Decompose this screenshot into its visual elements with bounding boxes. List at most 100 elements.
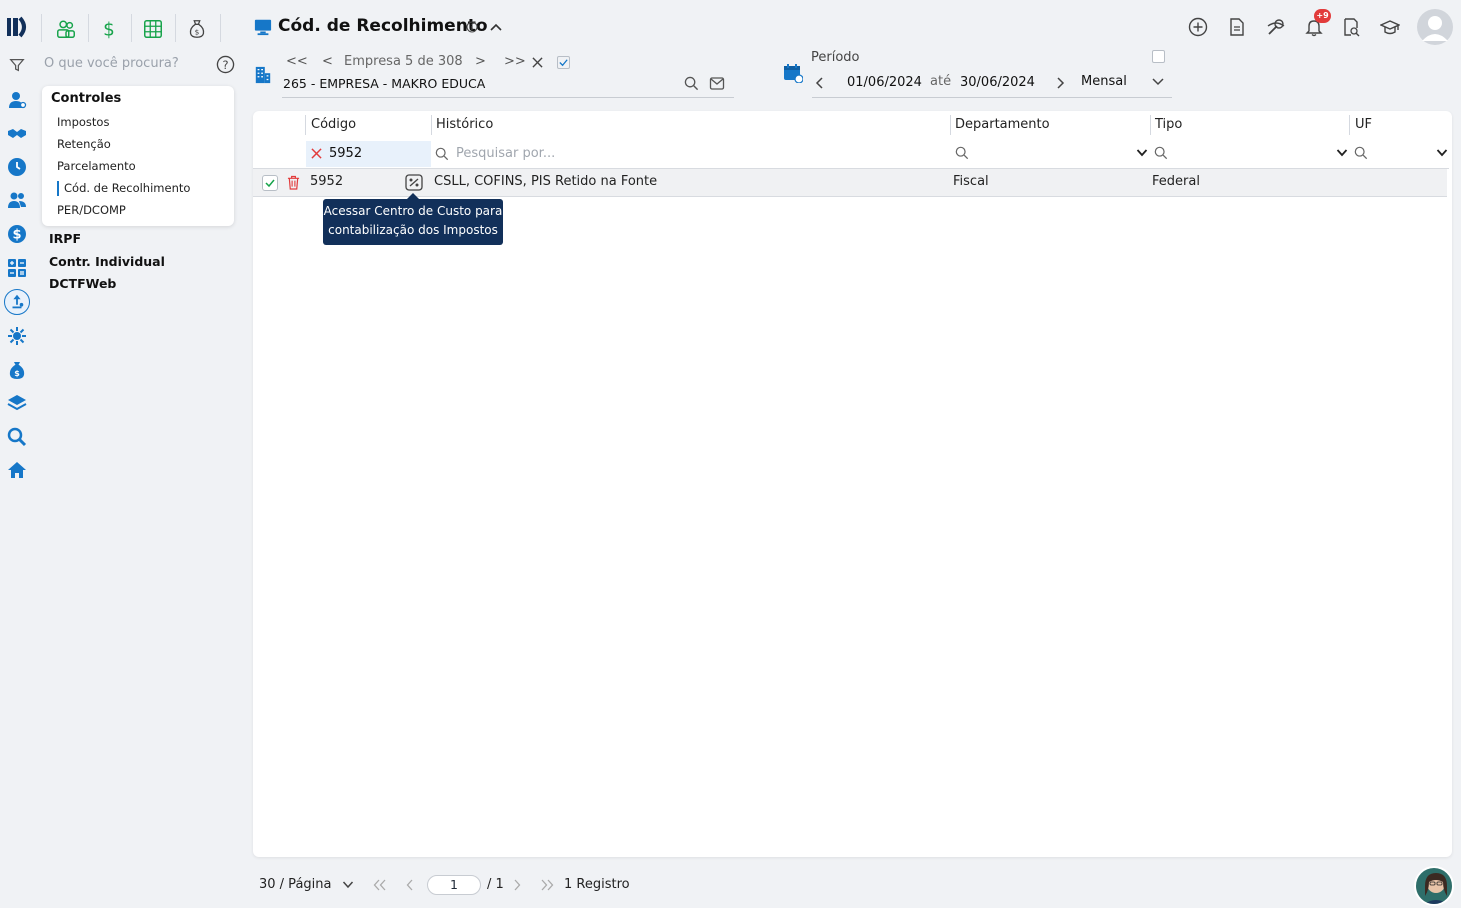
table-row[interactable] bbox=[253, 169, 1447, 197]
calculator-icon[interactable] bbox=[6, 257, 28, 279]
select-checkbox[interactable] bbox=[557, 56, 570, 69]
period-start-date[interactable]: 01/06/2024 bbox=[847, 75, 922, 90]
company-prev-button[interactable]: < bbox=[322, 54, 333, 69]
document-icon[interactable] bbox=[1226, 16, 1248, 38]
close-icon[interactable] bbox=[532, 57, 543, 68]
submenu-title: Controles bbox=[51, 91, 122, 106]
report-search-icon[interactable] bbox=[1340, 16, 1362, 38]
network-icon[interactable] bbox=[6, 325, 28, 347]
column-header-departamento[interactable]: Departamento bbox=[955, 117, 1050, 132]
magnifier-icon[interactable] bbox=[6, 426, 28, 448]
cost-center-icon[interactable] bbox=[405, 174, 423, 191]
period-enable-checkbox[interactable] bbox=[1152, 50, 1165, 63]
help-icon[interactable]: ? bbox=[216, 55, 235, 74]
menu-item-retencao[interactable]: Retenção bbox=[57, 137, 111, 151]
delete-icon[interactable] bbox=[287, 175, 300, 190]
first-page-icon[interactable] bbox=[373, 879, 387, 891]
period-next-icon[interactable] bbox=[1055, 77, 1065, 89]
page-size-chevron-icon[interactable] bbox=[342, 880, 354, 890]
period-end-date[interactable]: 30/06/2024 bbox=[960, 75, 1035, 90]
departamento-filter-search-icon[interactable] bbox=[955, 146, 969, 160]
company-next-button[interactable]: > bbox=[475, 54, 486, 69]
money-bag-icon[interactable]: $ bbox=[185, 17, 209, 41]
spreadsheet-icon[interactable] bbox=[141, 17, 165, 41]
clock-icon[interactable] bbox=[6, 156, 28, 178]
column-header-tipo[interactable]: Tipo bbox=[1155, 117, 1182, 132]
notification-badge: +9 bbox=[1314, 9, 1331, 23]
last-page-icon[interactable] bbox=[540, 879, 554, 891]
filter-icon[interactable] bbox=[8, 56, 26, 74]
records-count: 1 Registro bbox=[564, 877, 630, 892]
menu-item-cod-recolhimento[interactable]: Cód. de Recolhimento bbox=[64, 181, 190, 195]
tipo-filter-search-icon[interactable] bbox=[1154, 146, 1168, 160]
cost-center-tooltip: Acessar Centro de Custo para contabiliza… bbox=[323, 193, 503, 245]
menu-item-impostos[interactable]: Impostos bbox=[57, 115, 109, 129]
row-checkbox[interactable] bbox=[262, 175, 278, 191]
search-icon bbox=[435, 147, 449, 161]
period-mode-select[interactable]: Mensal bbox=[1081, 74, 1127, 89]
column-header-historico[interactable]: Histórico bbox=[436, 117, 493, 132]
cell-codigo: 5952 bbox=[310, 174, 344, 189]
clear-filter-icon[interactable] bbox=[311, 148, 322, 159]
period-prev-icon[interactable] bbox=[815, 77, 825, 89]
monitor-icon bbox=[254, 18, 272, 36]
page-size-select[interactable]: 30 / Página bbox=[259, 877, 331, 892]
page-number-input[interactable]: 1 bbox=[427, 875, 481, 895]
chevron-up-icon[interactable] bbox=[489, 21, 503, 33]
dollar-icon[interactable]: $ bbox=[97, 17, 121, 41]
company-first-button[interactable]: << bbox=[286, 54, 308, 69]
search-input[interactable]: O que você procura? bbox=[44, 56, 179, 71]
svg-text:$: $ bbox=[103, 19, 115, 40]
active-indicator bbox=[57, 181, 59, 196]
column-header-uf[interactable]: UF bbox=[1355, 117, 1372, 132]
money-sack-icon[interactable]: $ bbox=[6, 359, 28, 381]
user-settings-icon[interactable] bbox=[6, 89, 28, 111]
dollar-coin-icon[interactable]: $ bbox=[6, 223, 28, 245]
tooltip-line-1: Acessar Centro de Custo para bbox=[323, 204, 503, 218]
codigo-filter-value: 5952 bbox=[329, 146, 363, 161]
layers-icon[interactable] bbox=[6, 392, 28, 414]
period-label: Período bbox=[811, 50, 860, 65]
codigo-filter-field[interactable] bbox=[306, 141, 431, 167]
user-avatar[interactable] bbox=[1417, 9, 1453, 45]
menu-section-contr-individual[interactable]: Contr. Individual bbox=[49, 254, 165, 269]
home-icon[interactable] bbox=[6, 459, 28, 481]
tooltip-line-2: contabilização dos Impostos bbox=[328, 223, 498, 237]
column-header-codigo[interactable]: Código bbox=[311, 117, 356, 132]
company-search-icon[interactable] bbox=[684, 76, 699, 91]
menu-item-parcelamento[interactable]: Parcelamento bbox=[57, 159, 136, 173]
tipo-filter-dropdown-icon[interactable] bbox=[1336, 148, 1348, 158]
users-icon[interactable] bbox=[6, 189, 28, 211]
info-icon[interactable] bbox=[466, 21, 478, 33]
menu-section-dctfweb[interactable]: DCTFWeb bbox=[49, 276, 116, 291]
menu-section-irpf[interactable]: IRPF bbox=[49, 231, 81, 246]
chevron-down-icon[interactable] bbox=[1151, 77, 1165, 87]
assistant-avatar[interactable] bbox=[1414, 866, 1454, 906]
company-counter: Empresa 5 de 308 bbox=[344, 54, 463, 69]
uf-filter-search-icon[interactable] bbox=[1354, 146, 1368, 160]
mail-icon[interactable] bbox=[709, 76, 725, 91]
cell-departamento: Fiscal bbox=[953, 174, 989, 189]
uf-filter-dropdown-icon[interactable] bbox=[1436, 148, 1448, 158]
cell-historico: CSLL, COFINS, PIS Retido na Fonte bbox=[434, 174, 658, 189]
company-last-button[interactable]: >> bbox=[504, 54, 526, 69]
tools-icon[interactable] bbox=[1265, 16, 1287, 38]
svg-text:$: $ bbox=[195, 28, 200, 37]
people-icon[interactable] bbox=[54, 17, 78, 41]
submenu-controles: Controles Impostos Retenção Parcelamento… bbox=[42, 86, 234, 226]
logo-icon[interactable] bbox=[6, 15, 30, 39]
graduation-cap-icon[interactable] bbox=[1379, 16, 1401, 38]
departamento-filter-dropdown-icon[interactable] bbox=[1136, 148, 1148, 158]
next-page-icon[interactable] bbox=[512, 879, 522, 891]
svg-text:$: $ bbox=[12, 228, 21, 243]
company-name: 265 - EMPRESA - MAKRO EDUCA bbox=[283, 76, 486, 91]
historico-filter-input[interactable]: Pesquisar por... bbox=[456, 146, 555, 161]
cell-tipo: Federal bbox=[1152, 174, 1200, 189]
handshake-icon[interactable] bbox=[6, 122, 28, 144]
prev-page-icon[interactable] bbox=[405, 879, 415, 891]
page-title: Cód. de Recolhimento bbox=[278, 16, 488, 36]
active-module-icon[interactable] bbox=[4, 289, 30, 315]
add-icon[interactable] bbox=[1187, 16, 1209, 38]
period-separator: até bbox=[930, 74, 952, 89]
menu-item-per-dcomp[interactable]: PER/DCOMP bbox=[57, 203, 126, 217]
